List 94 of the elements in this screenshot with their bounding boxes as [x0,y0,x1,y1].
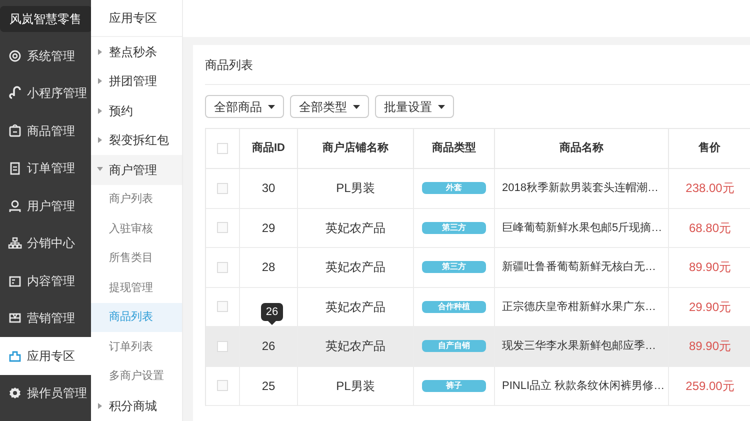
type-tag: 裤子 [422,380,486,392]
checkbox[interactable] [217,262,228,273]
nav-item[interactable]: 小程序管理 [0,74,91,112]
table-cell-text: 新疆吐鲁番葡萄新鲜无核白无… [502,260,656,275]
checkbox[interactable] [217,222,228,234]
caret-right-icon [98,402,102,409]
submenu-item[interactable]: 预约 [91,96,182,126]
table-cell-text: 巨峰葡萄新鲜水果包邮5斤现摘… [502,220,662,236]
submenu-link[interactable]: 商户列表 [91,184,182,214]
nav-item[interactable]: 营销管理 [0,300,91,337]
nav-icon [8,236,22,250]
checkbox[interactable] [217,182,228,194]
nav-icon [8,386,22,400]
table-cell-text: PINLI品立 秋款条纹休闲裤男修… [502,378,665,394]
submenu-item[interactable]: 积分商城 [91,391,182,420]
table-row[interactable]: 28 英妃农产品 第三方 新疆吐鲁番葡萄新鲜无核白无… 89.90元 [206,248,750,288]
nav-item[interactable]: 应用专区 [0,337,91,374]
price-cell-text: 89.90元 [688,259,732,276]
table-cell-text: 英妃农产品 [326,259,386,276]
table-cell-text: 25 [262,378,276,395]
price-cell-text: 238.00元 [686,180,734,198]
type-tag: 合作种植 [422,300,486,313]
column-header: 商品名称 [560,140,604,156]
table-cell-text: 英妃农产品 [326,338,386,356]
submenu-link[interactable]: 提现管理 [91,273,182,302]
type-tag: 外套 [422,182,486,194]
checkbox[interactable] [217,301,228,312]
submenu-item[interactable]: 整点秒杀 [91,37,182,66]
nav-icon [8,161,22,176]
nav-item[interactable]: 用户管理 [0,187,91,224]
panel-title: 商品列表 [205,56,253,74]
checkbox[interactable] [217,380,228,392]
table-cell-text: 28 [262,259,276,276]
nav-icon [8,348,22,363]
nav-icon [8,124,22,138]
column-header: 商户店铺名称 [322,140,388,156]
type-tag: 第三方 [422,261,486,274]
nav-icon [8,86,22,100]
table-row[interactable]: 29 英妃农产品 第三方 巨峰葡萄新鲜水果包邮5斤现摘… 68.80元 [206,208,750,248]
nav-item[interactable]: 分销中心 [0,224,91,262]
filter-dropdown[interactable]: 全部类型 [290,95,369,118]
caret-down-icon [97,167,103,172]
caret-down-icon [268,104,275,108]
table-cell-text: 29 [262,220,276,237]
caret-down-icon [438,104,445,108]
nav-item[interactable]: 商品管理 [0,112,91,150]
table-cell-text: 正宗德庆皇帝柑新鲜水果广东… [502,300,656,314]
table-cell-text: 英妃农产品 [326,220,386,237]
submenu-link[interactable]: 多商户设置 [91,362,182,391]
filter-dropdown[interactable]: 批量设置 [375,95,454,118]
table-row[interactable]: 25 PL男装 裤子 PINLI品立 秋款条纹休闲裤男修… 259.00元 [206,366,750,406]
column-header: 商品类型 [432,140,476,156]
table-cell-text: PL男装 [336,378,375,395]
price-cell-text: 29.90元 [688,298,732,316]
price-cell-text: 89.90元 [688,338,732,356]
price-cell-text: 68.80元 [688,220,732,237]
price-cell-text: 259.00元 [686,378,734,395]
table-cell-text: 2018秋季新款男装套头连帽潮… [502,180,658,196]
nav-item[interactable]: 操作员管理 [0,374,91,412]
nav-icon [8,274,22,288]
table-cell-text: PL男装 [336,180,375,198]
submenu-link[interactable]: 订单列表 [91,332,182,362]
type-tag: 自产自销 [422,340,486,352]
submenu-item[interactable]: 裂变拆红包 [91,126,182,155]
column-header: 商品ID [252,140,285,156]
table-cell-text: 现发三华李水果新鲜包邮应季… [502,338,656,354]
table-row[interactable]: 26 英妃农产品 自产自销 现发三华李水果新鲜包邮应季… 89.90元 [206,327,750,366]
submenu-link[interactable]: 入驻审核 [91,214,182,244]
table-row[interactable]: 30 PL男装 外套 2018秋季新款男装套头连帽潮… 238.00元 [206,169,750,208]
nav-icon [8,311,22,326]
column-header: 售价 [698,140,720,156]
checkbox[interactable] [217,143,228,154]
nav-item[interactable]: 系统管理 [0,37,91,74]
caret-right-icon [98,137,102,144]
checkbox[interactable] [217,340,228,352]
caret-right-icon [98,78,102,84]
tooltip: 26 [261,303,283,325]
nav-icon [8,198,22,213]
nav-item[interactable]: 订单管理 [0,150,91,187]
submenu-item[interactable]: 拼团管理 [91,66,182,96]
filter-dropdown[interactable]: 全部商品 [205,95,284,118]
table-cell-text: 30 [262,180,276,198]
submenu-item[interactable]: 商户管理 [91,155,182,184]
table-cell-text: 26 [262,338,276,356]
nav-icon [8,48,22,63]
table-cell-text: 英妃农产品 [326,298,386,316]
section-title: 应用专区 [109,10,157,27]
submenu-link[interactable]: 所售类目 [91,244,182,273]
brand-logo[interactable]: 风岚智慧零售 [0,6,92,32]
caret-right-icon [98,108,102,114]
type-tag: 第三方 [422,222,486,234]
nav-item[interactable]: 内容管理 [0,262,91,300]
caret-right-icon [98,48,102,55]
caret-down-icon [353,104,360,108]
